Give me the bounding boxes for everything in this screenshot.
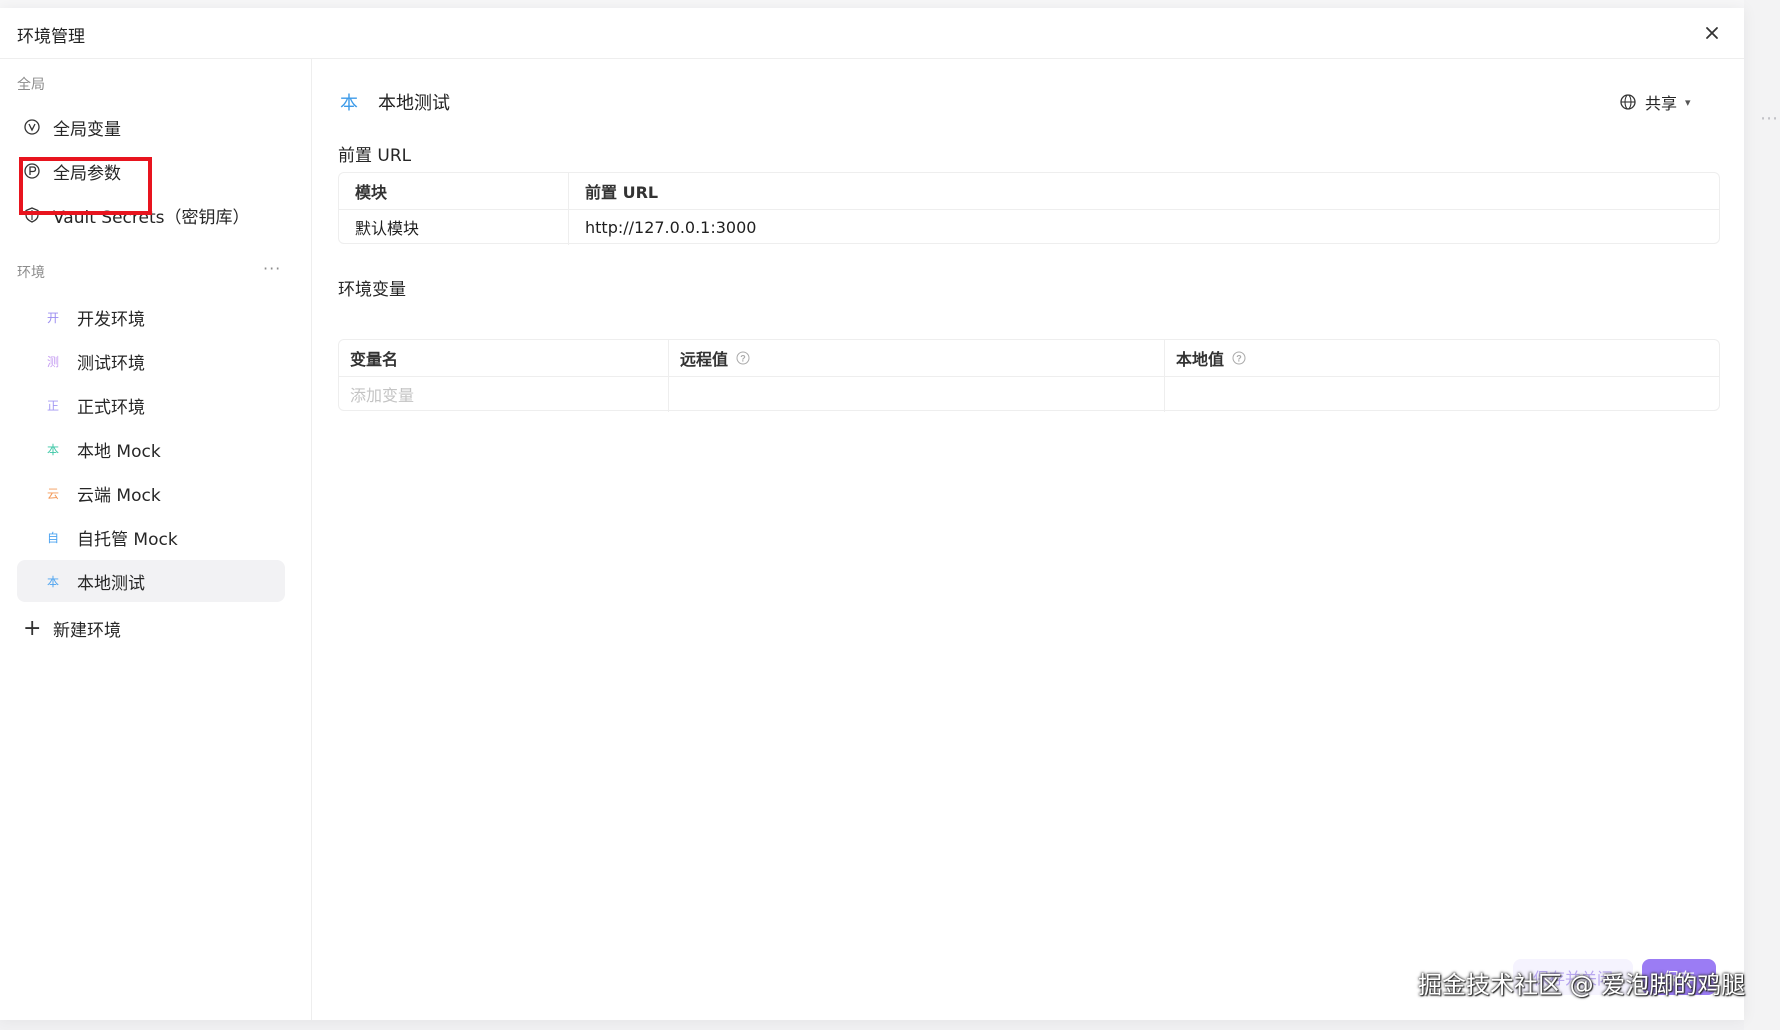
sidebar-item-vault-secrets[interactable]: Vault Secrets（密钥库） [17,195,285,235]
sidebar-item-global-variables[interactable]: 全局变量 [17,107,285,147]
sidebar-item-label: Vault Secrets（密钥库） [53,207,250,228]
env-item-label: 云端 Mock [77,485,161,506]
env-badge: 开 [46,310,59,325]
watermark: 掘金技术社区 @ 爱泡脚的鸡腿 [1418,971,1746,999]
prefix-url-table: 模块 前置 URL 默认模块 http://127.0.0.1:3000 [338,172,1720,245]
column-header: 前置 URL [585,183,659,202]
svg-text:?: ? [1236,354,1242,364]
local-value-cell[interactable] [1165,376,1719,412]
shield-icon [23,206,41,224]
env-section-label: 环境 [17,265,45,281]
env-badge: 测 [46,354,59,369]
env-more-button[interactable]: ··· [263,259,281,278]
svg-text:?: ? [740,354,746,364]
plus-icon: + [23,615,42,641]
chevron-down-icon: ▾ [1685,95,1691,109]
help-icon[interactable]: ? [1232,351,1246,365]
env-detail-panel: 本 本地测试 共享 ▾ 前置 URL 模块 前置 URL 默认模块 http:/… [312,59,1744,1020]
new-env-label: 新建环境 [53,620,121,641]
env-header-badge: 本 [340,93,358,114]
column-header: 变量名 [339,340,669,376]
env-vars-table: 变量名 远程值 ? 本地值 ? 添加变量 [338,339,1720,412]
env-item-label: 自托管 Mock [77,529,178,550]
env-badge: 云 [46,486,59,501]
table-header-row: 变量名 远程值 ? 本地值 ? [339,340,1719,377]
env-item-test[interactable]: 测 测试环境 [17,340,285,382]
env-item-label: 正式环境 [77,397,145,418]
env-item-cloud-mock[interactable]: 云 云端 Mock [17,472,285,514]
column-header: 本地值 ? [1165,340,1719,376]
module-cell[interactable]: 默认模块 [339,209,569,245]
env-item-local-test[interactable]: 本 本地测试 [17,560,285,602]
globe-icon [1620,94,1636,110]
prefix-url-cell[interactable]: http://127.0.0.1:3000 [569,209,1719,245]
v-circle-icon [23,118,41,136]
background-app-right [1744,0,1780,1030]
p-circle-icon [23,162,41,180]
table-row: 默认模块 http://127.0.0.1:3000 [339,209,1719,245]
close-icon [1706,27,1718,39]
background-app-statusbar [0,1020,1780,1030]
new-env-button[interactable]: + 新建环境 [17,608,217,648]
add-variable-input[interactable]: 添加变量 [339,376,669,412]
env-item-local-mock[interactable]: 本 本地 Mock [17,428,285,470]
sidebar-item-label: 全局变量 [53,119,121,140]
share-label: 共享 [1645,94,1678,113]
env-item-dev[interactable]: 开 开发环境 [17,296,285,338]
env-badge: 自 [46,530,59,545]
modal-title: 环境管理 [17,27,85,47]
share-dropdown[interactable]: 共享 ▾ [1619,87,1691,117]
remote-value-cell[interactable] [669,376,1165,412]
background-more-icon: ⋯ [1760,108,1779,129]
env-item-label: 测试环境 [77,353,145,374]
env-badge: 本 [46,574,59,589]
env-item-label: 本地测试 [77,573,145,594]
table-row: 添加变量 [339,376,1719,412]
global-section-label: 全局 [17,77,45,93]
env-item-label: 本地 Mock [77,441,161,462]
env-item-prod[interactable]: 正 正式环境 [17,384,285,426]
sidebar: 全局 全局变量 全局参数 Vault Secrets（密钥库） 环境 ··· 开… [0,59,312,1020]
help-icon[interactable]: ? [736,351,750,365]
background-app-topbar [0,0,1780,8]
env-header: 本 本地测试 [338,87,450,117]
env-badge: 正 [46,398,59,413]
sidebar-item-global-params[interactable]: 全局参数 [17,151,285,191]
env-item-self-hosted-mock[interactable]: 自 自托管 Mock [17,516,285,558]
column-header: 模块 [339,173,569,209]
env-management-modal: 环境管理 全局 全局变量 全局参数 Vault Secrets（密钥库） 环境 … [0,8,1744,1020]
modal-header: 环境管理 [0,8,1744,59]
env-badge: 本 [46,442,59,457]
env-vars-title: 环境变量 [338,280,406,300]
prefix-url-title: 前置 URL [338,146,412,166]
close-button[interactable] [1697,18,1727,48]
env-name[interactable]: 本地测试 [378,89,450,115]
column-header: 远程值 ? [669,340,1165,376]
sidebar-item-label: 全局参数 [53,163,121,184]
env-item-label: 开发环境 [77,309,145,330]
table-header-row: 模块 前置 URL [339,173,1719,210]
